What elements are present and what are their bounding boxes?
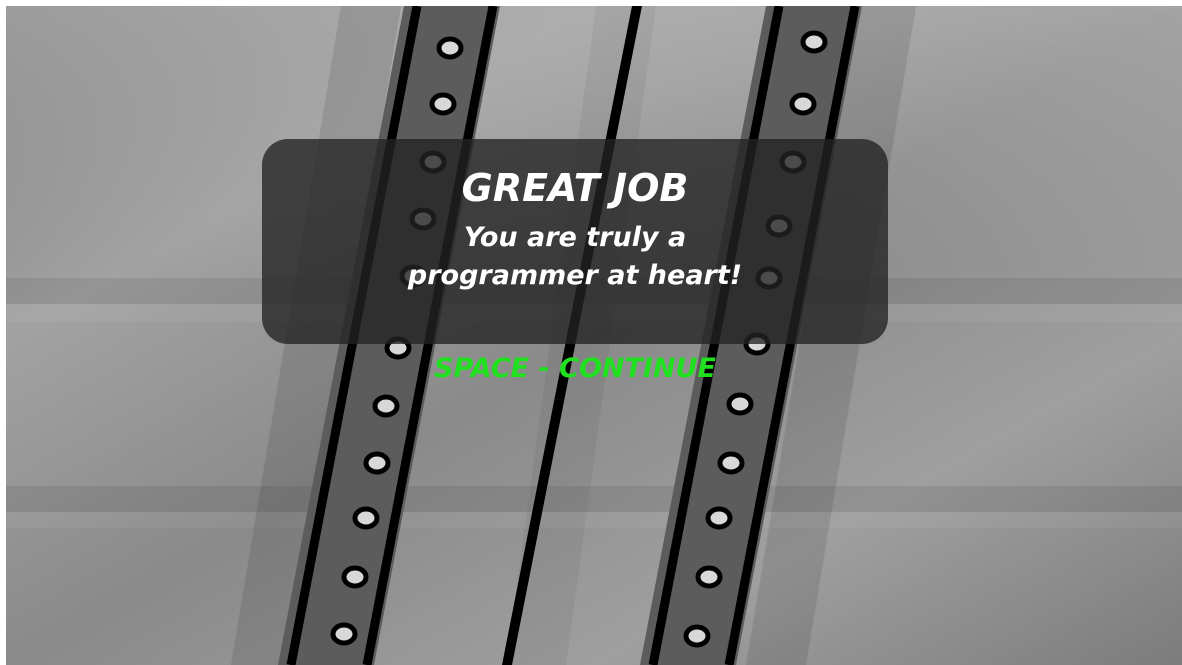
continue-prompt[interactable]: SPACE - CONTINUE bbox=[262, 351, 888, 387]
success-message-line1: You are truly a bbox=[463, 222, 687, 253]
success-message-line2: programmer at heart! bbox=[407, 260, 743, 291]
background-band bbox=[6, 486, 1182, 512]
success-message: You are truly a programmer at heart! bbox=[262, 219, 888, 295]
success-title: GREAT JOB bbox=[461, 166, 689, 210]
game-screen: GREAT JOB You are truly a programmer at … bbox=[6, 6, 1182, 665]
background-band bbox=[6, 512, 1182, 528]
